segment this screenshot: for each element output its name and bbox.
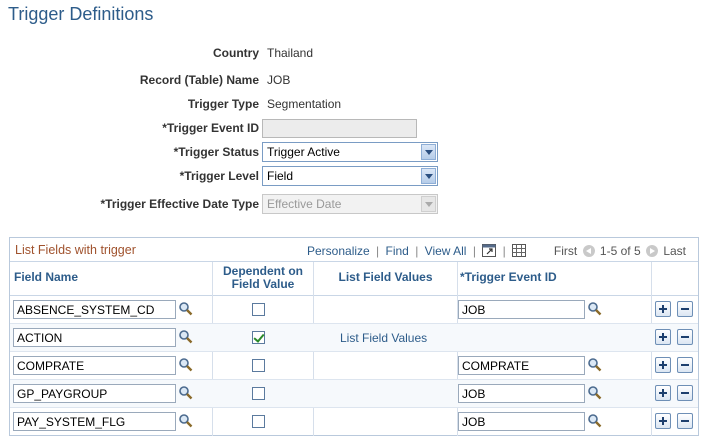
dependent-checkbox[interactable] xyxy=(252,387,265,400)
page-title: Trigger Definitions xyxy=(8,4,154,24)
magnifier-icon[interactable] xyxy=(178,357,193,372)
delete-row-icon[interactable] xyxy=(677,329,693,345)
dependent-checkbox[interactable] xyxy=(252,359,265,372)
first-link[interactable]: First xyxy=(554,244,577,258)
add-row-icon[interactable] xyxy=(655,413,671,429)
personalize-link[interactable]: Personalize xyxy=(307,244,370,258)
field-name-input[interactable]: ACTION xyxy=(13,328,176,347)
trigger-level-value: Field xyxy=(267,169,294,183)
country-value: Thailand xyxy=(267,46,314,60)
grid-header: List Fields with trigger Personalize | F… xyxy=(10,238,698,262)
nav-separator: | xyxy=(415,244,419,258)
nav-separator: | xyxy=(472,244,476,258)
country-row: Country Thailand xyxy=(0,44,703,64)
grid-nav: Personalize | Find | View All | | xyxy=(307,244,527,258)
delete-row-icon[interactable] xyxy=(677,357,693,373)
grid-title: List Fields with trigger xyxy=(15,243,136,257)
table-row: PAY_SYSTEM_FLG JOB xyxy=(10,408,698,436)
chevron-down-icon xyxy=(421,196,436,212)
magnifier-icon[interactable] xyxy=(178,385,193,400)
chevron-down-icon[interactable] xyxy=(421,168,436,184)
delete-row-icon[interactable] xyxy=(677,301,693,317)
col-dependent: Dependent on Field Value xyxy=(213,265,313,299)
trigger-event-id-label: *Trigger Event ID xyxy=(162,121,259,135)
event-id-input[interactable]: JOB xyxy=(458,412,585,431)
nav-separator: | xyxy=(376,244,380,258)
magnifier-icon[interactable] xyxy=(178,301,193,316)
trigger-type-row: Trigger Type Segmentation xyxy=(0,95,703,115)
view-all-link[interactable]: View All xyxy=(425,244,467,258)
magnifier-icon[interactable] xyxy=(587,357,602,372)
dependent-checkbox[interactable] xyxy=(252,415,265,428)
trigger-status-label: *Trigger Status xyxy=(173,145,259,159)
delete-row-icon[interactable] xyxy=(677,385,693,401)
delete-row-icon[interactable] xyxy=(677,413,693,429)
trigger-type-value: Segmentation xyxy=(267,97,342,111)
record-name-row: Record (Table) Name JOB xyxy=(0,71,703,91)
magnifier-icon[interactable] xyxy=(178,413,193,428)
list-fields-grid: List Fields with trigger Personalize | F… xyxy=(9,237,699,436)
find-link[interactable]: Find xyxy=(386,244,409,258)
record-name-label: Record (Table) Name xyxy=(139,73,259,87)
trigger-level-row: *Trigger Level Field xyxy=(0,166,703,186)
table-row: GP_PAYGROUP JOB xyxy=(10,380,698,408)
country-label: Country xyxy=(213,46,259,60)
trigger-event-id-row: *Trigger Event ID xyxy=(0,119,703,139)
trigger-event-id-input xyxy=(262,119,417,138)
trigger-level-label: *Trigger Level xyxy=(179,169,259,183)
table-row: ACTION List Field Values xyxy=(10,324,698,352)
trigger-eff-date-type-label: *Trigger Effective Date Type xyxy=(100,197,260,211)
dependent-checkbox[interactable] xyxy=(252,331,265,344)
pager-range: 1-5 of 5 xyxy=(599,244,641,258)
trigger-eff-date-type-select: Effective Date xyxy=(262,194,438,214)
trigger-eff-date-type-row: *Trigger Effective Date Type Effective D… xyxy=(0,194,703,214)
zoom-grid-icon[interactable] xyxy=(482,244,497,257)
add-row-icon[interactable] xyxy=(655,329,671,345)
field-name-input[interactable]: PAY_SYSTEM_FLG xyxy=(13,412,176,431)
trigger-level-select[interactable]: Field xyxy=(262,166,438,186)
chevron-down-icon[interactable] xyxy=(421,144,436,160)
trigger-type-label: Trigger Type xyxy=(187,97,259,111)
field-name-input[interactable]: ABSENCE_SYSTEM_CD xyxy=(13,300,176,319)
trigger-status-row: *Trigger Status Trigger Active xyxy=(0,142,703,162)
grid-pager: First 1-5 of 5 Last xyxy=(554,244,686,258)
trigger-eff-date-type-value: Effective Date xyxy=(267,197,342,211)
record-name-value: JOB xyxy=(267,73,291,87)
event-id-input[interactable]: COMPRATE xyxy=(458,356,585,375)
add-row-icon[interactable] xyxy=(655,301,671,317)
last-link[interactable]: Last xyxy=(663,244,686,258)
previous-arrow-icon[interactable] xyxy=(582,245,595,257)
event-id-input[interactable]: JOB xyxy=(458,384,585,403)
trigger-status-select[interactable]: Trigger Active xyxy=(262,142,438,162)
col-dependent-line1: Dependent on xyxy=(223,264,303,278)
trigger-status-value: Trigger Active xyxy=(267,145,340,159)
dependent-checkbox[interactable] xyxy=(252,303,265,316)
field-name-input[interactable]: COMPRATE xyxy=(13,356,176,375)
magnifier-icon[interactable] xyxy=(587,301,602,316)
list-field-values-link[interactable]: List Field Values xyxy=(340,331,427,345)
download-to-excel-icon[interactable] xyxy=(512,244,527,257)
magnifier-icon[interactable] xyxy=(587,413,602,428)
nav-separator: | xyxy=(502,244,506,258)
magnifier-icon[interactable] xyxy=(587,385,602,400)
add-row-icon[interactable] xyxy=(655,385,671,401)
event-id-input[interactable]: JOB xyxy=(458,300,585,319)
table-row: ABSENCE_SYSTEM_CD JOB xyxy=(10,296,698,324)
add-row-icon[interactable] xyxy=(655,357,671,373)
field-name-input[interactable]: GP_PAYGROUP xyxy=(13,384,176,403)
magnifier-icon[interactable] xyxy=(178,329,193,344)
next-arrow-icon[interactable] xyxy=(645,245,658,257)
col-dependent-line2: Field Value xyxy=(231,277,295,291)
table-row: COMPRATE COMPRATE xyxy=(10,352,698,380)
